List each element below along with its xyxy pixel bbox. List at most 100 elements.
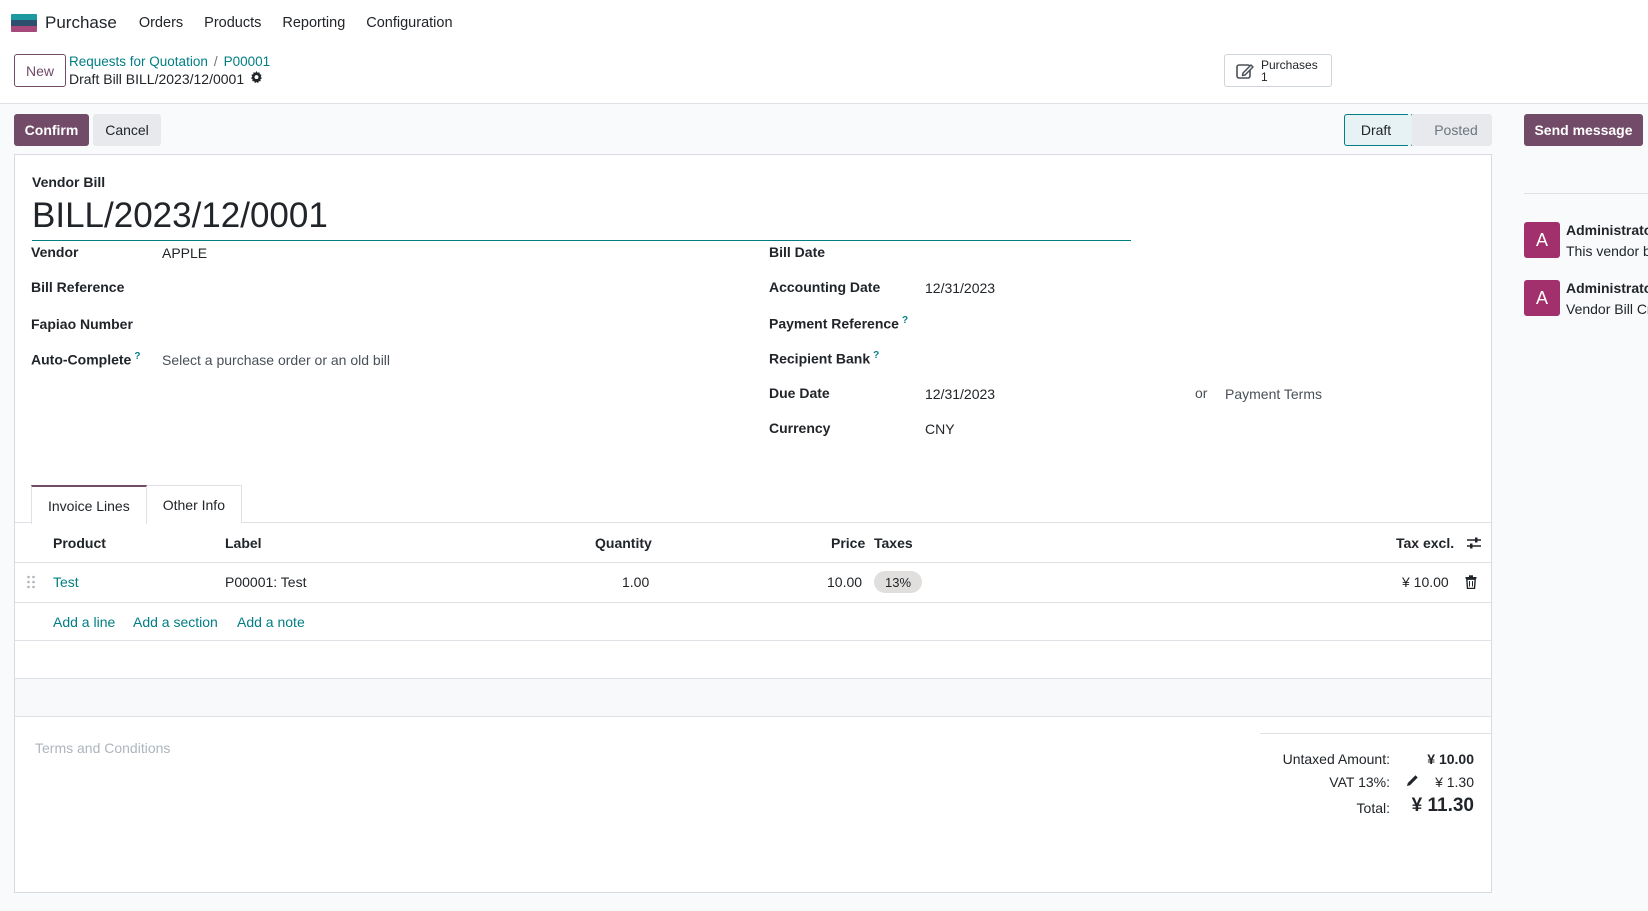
bill-date-label: Bill Date [769, 244, 826, 260]
add-line-link[interactable]: Add a line [53, 614, 115, 630]
line-price[interactable]: 10.00 [827, 574, 862, 590]
chatter-panel: Send message A Administrator This vendor… [1505, 104, 1648, 911]
fapiao-number-label: Fapiao Number [31, 316, 133, 332]
menu-products[interactable]: Products [204, 15, 261, 31]
empty-row [15, 641, 1491, 679]
add-note-link[interactable]: Add a note [237, 614, 305, 630]
vat-value: ¥ 1.30 [1435, 774, 1474, 790]
status-step-draft[interactable]: Draft [1344, 114, 1412, 146]
menu-configuration[interactable]: Configuration [366, 15, 452, 31]
col-quantity[interactable]: Quantity [595, 535, 652, 551]
line-label[interactable]: P00001: Test [225, 574, 306, 590]
col-price[interactable]: Price [831, 535, 865, 551]
breadcrumb-po-link[interactable]: P00001 [224, 54, 271, 69]
send-message-button[interactable]: Send message [1524, 114, 1643, 146]
due-date-label: Due Date [769, 385, 830, 401]
top-navbar: Purchase Orders Products Reporting Confi… [0, 0, 1648, 46]
notebook-tabs: Invoice Lines Other Info [31, 485, 242, 524]
empty-row [15, 679, 1491, 717]
message-author[interactable]: Administrator [1566, 222, 1648, 238]
menu-reporting[interactable]: Reporting [282, 15, 345, 31]
recipient-bank-field[interactable] [925, 350, 1465, 370]
add-line-row: Add a line Add a section Add a note [15, 603, 1491, 641]
drag-handle-icon[interactable] [26, 575, 36, 592]
pencil-icon[interactable] [1406, 774, 1419, 790]
avatar[interactable]: A [1524, 280, 1560, 316]
tab-other-info[interactable]: Other Info [146, 485, 242, 523]
smart-button-label: Purchases [1261, 57, 1318, 72]
currency-label: Currency [769, 420, 831, 436]
control-panel: New Requests for Quotation / P00001 Draft … [0, 46, 1648, 104]
total-value: ¥ 11.30 [1411, 795, 1474, 816]
bill-date-field[interactable] [925, 244, 1165, 264]
chatter-message: A Administrator This vendor bill has bee… [1524, 222, 1648, 262]
recipient-bank-label-text: Recipient Bank [769, 350, 871, 367]
line-tax-badge[interactable]: 13% [874, 571, 923, 593]
payment-terms-input[interactable]: Payment Terms [1225, 386, 1322, 402]
due-date-or-text: or [1195, 385, 1208, 401]
optional-columns-toggle-icon[interactable] [1466, 535, 1482, 554]
new-button[interactable]: New [14, 54, 66, 87]
vendor-field[interactable]: APPLE [162, 245, 207, 261]
message-author[interactable]: Administrator [1566, 280, 1648, 296]
add-section-link[interactable]: Add a section [133, 614, 218, 630]
menu-orders[interactable]: Orders [139, 15, 183, 31]
untaxed-amount-label: Untaxed Amount: [1282, 751, 1390, 767]
currency-field[interactable]: CNY [925, 421, 955, 437]
pencil-square-icon [1236, 63, 1254, 79]
due-date-field[interactable]: 12/31/2023 [925, 386, 995, 402]
tab-invoice-lines[interactable]: Invoice Lines [31, 485, 147, 524]
col-label[interactable]: Label [225, 535, 262, 551]
vendor-label: Vendor [31, 244, 79, 260]
invoice-lines-header: Product Label Quantity Price Taxes Tax e… [15, 523, 1491, 563]
help-tooltip-icon[interactable]: ? [902, 315, 908, 326]
record-title-text: Draft Bill BILL/2023/12/0001 [69, 71, 245, 87]
payment-reference-label: Payment Reference? [769, 315, 908, 332]
breadcrumb-separator: / [213, 54, 218, 69]
line-product[interactable]: Test [53, 574, 79, 590]
message-body: Vendor Bill Created [1566, 301, 1648, 317]
vat-label: VAT 13%: [1329, 774, 1390, 790]
help-tooltip-icon[interactable]: ? [873, 350, 879, 361]
auto-complete-label: Auto-Complete? [31, 351, 140, 368]
trash-icon[interactable] [1465, 575, 1477, 592]
auto-complete-label-text: Auto-Complete [31, 351, 132, 368]
bill-number-field[interactable]: BILL/2023/12/0001 [32, 195, 1131, 241]
gear-icon[interactable] [250, 71, 263, 87]
app-name[interactable]: Purchase [45, 13, 117, 33]
payment-reference-field[interactable] [925, 315, 1465, 335]
accounting-date-field[interactable]: 12/31/2023 [925, 280, 995, 296]
totals-summary: Untaxed Amount: ¥ 10.00 VAT 13%: ¥ 1.30 … [1260, 733, 1491, 816]
help-tooltip-icon[interactable]: ? [134, 351, 140, 362]
line-quantity[interactable]: 1.00 [622, 574, 649, 590]
col-product[interactable]: Product [53, 535, 106, 551]
message-body: This vendor bill has been created from: … [1566, 243, 1648, 259]
untaxed-amount-value: ¥ 10.00 [1427, 751, 1474, 767]
accounting-date-label: Accounting Date [769, 279, 881, 295]
statusbar: Confirm Cancel Draft Posted [14, 114, 1492, 146]
bill-reference-field[interactable] [162, 279, 702, 299]
document-type: Vendor Bill [32, 174, 106, 190]
col-tax-excl[interactable]: Tax excl. [1396, 535, 1454, 551]
status-step-posted[interactable]: Posted [1412, 114, 1492, 146]
form-sheet: Vendor Bill BILL/2023/12/0001 Vendor APP… [14, 154, 1492, 893]
avatar[interactable]: A [1524, 222, 1560, 258]
col-taxes[interactable]: Taxes [874, 535, 913, 551]
breadcrumb: Requests for Quotation / P00001 [69, 54, 270, 69]
fapiao-number-field[interactable] [162, 316, 702, 336]
line-subtotal: ¥ 10.00 [1402, 574, 1449, 590]
confirm-button[interactable]: Confirm [14, 114, 89, 146]
purchase-app-icon[interactable] [11, 14, 37, 32]
payment-reference-label-text: Payment Reference [769, 315, 899, 332]
auto-complete-input[interactable]: Select a purchase order or an old bill [162, 352, 390, 368]
record-title: Draft Bill BILL/2023/12/0001 [69, 71, 263, 87]
breadcrumb-rfq-link[interactable]: Requests for Quotation [69, 54, 208, 69]
chatter-message: A Administrator Vendor Bill Created [1524, 280, 1648, 320]
chatter-divider [1524, 193, 1648, 194]
status-steps: Draft Posted [1344, 114, 1492, 146]
terms-and-conditions-input[interactable]: Terms and Conditions [35, 740, 170, 756]
cancel-button[interactable]: Cancel [93, 114, 161, 146]
table-row[interactable]: Test P00001: Test 1.00 10.00 13% ¥ 10.00 [15, 563, 1491, 603]
purchases-smart-button[interactable]: Purchases 1 [1224, 54, 1332, 87]
bill-reference-label: Bill Reference [31, 279, 125, 295]
